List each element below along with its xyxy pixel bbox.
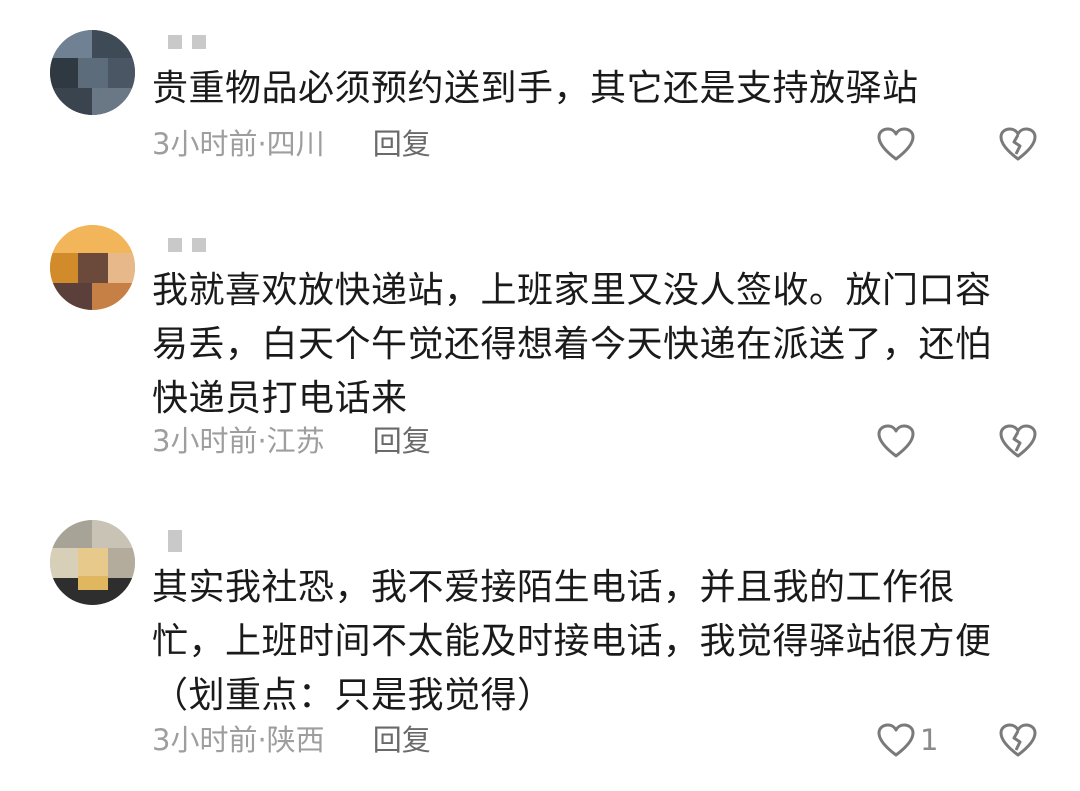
- avatar[interactable]: [50, 225, 135, 310]
- broken-heart-icon: [999, 723, 1037, 757]
- comment-text-line: （划重点：只是我觉得）: [152, 675, 554, 716]
- comment-text-line: 易丢，白天个午觉还得想着今天快递在派送了，还怕: [152, 324, 992, 365]
- timestamp: 3小时前: [152, 424, 258, 458]
- reply-button[interactable]: 回复: [373, 124, 431, 164]
- username[interactable]: [168, 238, 206, 252]
- dislike-button[interactable]: [998, 124, 1038, 164]
- heart-outline-icon: [877, 723, 915, 757]
- comment-meta: 3小时前 · 陕西 回复: [152, 720, 431, 760]
- like-button[interactable]: [876, 421, 920, 461]
- comment-text-line: 其实我社恐，我不爱接陌生电话，并且我的工作很: [152, 567, 956, 608]
- like-count: 1: [920, 723, 939, 757]
- comment-text-line: 忙，上班时间不太能及时接电话，我觉得驿站很方便: [152, 621, 992, 662]
- reply-button[interactable]: 回复: [373, 720, 431, 760]
- dislike-button[interactable]: [998, 421, 1038, 461]
- comment-text: 其实我社恐，我不爱接陌生电话，并且我的工作很 忙，上班时间不太能及时接电话，我觉…: [152, 561, 1052, 723]
- like-button[interactable]: [876, 124, 920, 164]
- comment-meta: 3小时前 · 江苏 回复: [152, 421, 431, 461]
- separator: ·: [257, 424, 267, 458]
- like-button[interactable]: 1: [876, 720, 938, 760]
- comment-text-line: 贵重物品必须预约送到手，其它还是支持放驿站: [152, 68, 919, 109]
- comment-text-line: 我就喜欢放快递站，上班家里又没人签收。放门口容: [152, 270, 992, 311]
- location: 江苏: [266, 424, 325, 458]
- heart-outline-icon: [877, 424, 915, 458]
- timestamp: 3小时前: [152, 127, 258, 161]
- separator: ·: [257, 127, 267, 161]
- heart-outline-icon: [877, 127, 915, 161]
- dislike-button[interactable]: [998, 720, 1038, 760]
- comment-text: 我就喜欢放快递站，上班家里又没人签收。放门口容 易丢，白天个午觉还得想着今天快递…: [152, 264, 1052, 426]
- location: 四川: [266, 127, 325, 161]
- location: 陕西: [266, 723, 325, 757]
- comment-meta: 3小时前 · 四川 回复: [152, 124, 431, 164]
- timestamp: 3小时前: [152, 723, 258, 757]
- reply-button[interactable]: 回复: [373, 421, 431, 461]
- comment-text-line: 快递员打电话来: [152, 378, 408, 419]
- comment-text: 贵重物品必须预约送到手，其它还是支持放驿站: [152, 62, 1052, 116]
- broken-heart-icon: [999, 127, 1037, 161]
- avatar[interactable]: [50, 520, 135, 605]
- username[interactable]: [168, 35, 206, 49]
- username[interactable]: [168, 530, 182, 552]
- broken-heart-icon: [999, 424, 1037, 458]
- avatar[interactable]: [50, 30, 135, 115]
- separator: ·: [257, 723, 267, 757]
